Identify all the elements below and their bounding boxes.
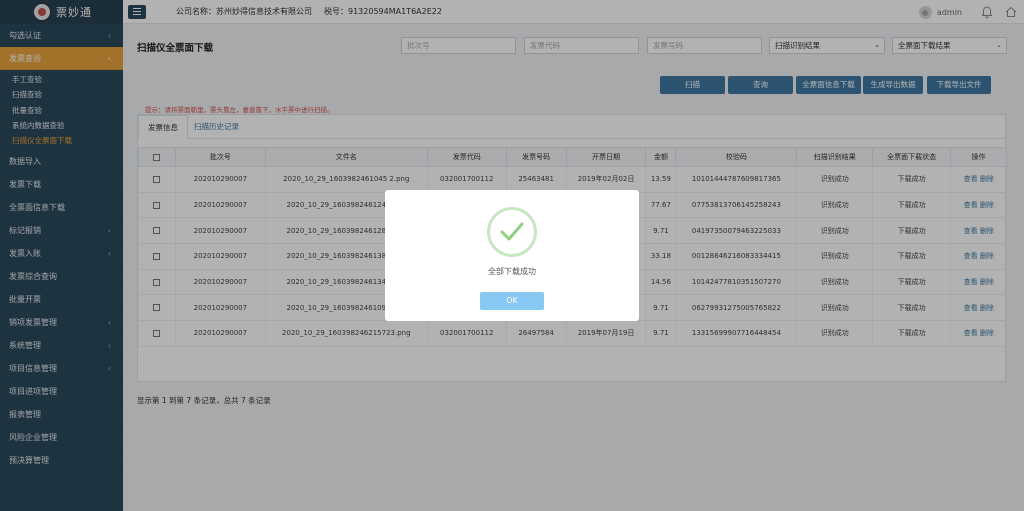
dialog-message: 全部下载成功 <box>488 267 536 276</box>
success-check-icon <box>487 207 537 257</box>
ok-button[interactable]: OK <box>480 292 544 310</box>
success-dialog: 全部下载成功 OK <box>385 190 639 321</box>
